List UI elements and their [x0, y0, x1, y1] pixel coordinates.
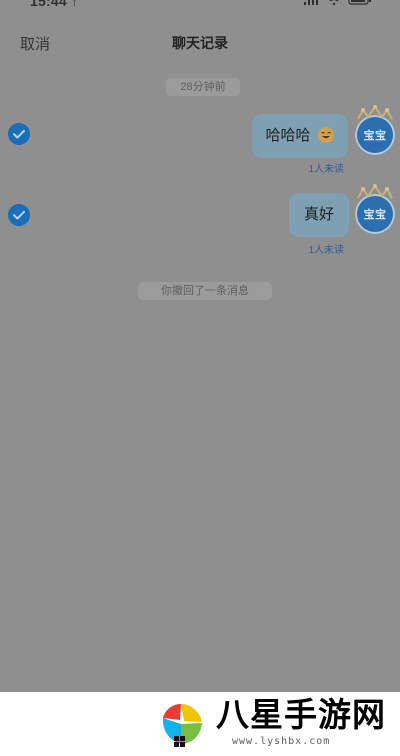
message-bubble[interactable]: 哈哈哈 — [252, 114, 348, 158]
check-circle-icon[interactable] — [8, 123, 30, 145]
chat-history-screen: 15:44 ↑ 取消 聊天记录 28分钟前 哈哈哈 宝宝 1人未读 真好 宝宝 … — [0, 0, 400, 756]
message-row[interactable]: 哈哈哈 宝宝 1人未读 — [0, 105, 400, 175]
message-row[interactable]: 真好 宝宝 1人未读 — [0, 184, 400, 258]
watermark-title: 八星手游网 — [216, 695, 386, 734]
watermark: 八星手游网 www.lyshbx.com — [150, 692, 400, 756]
watermark-url: www.lyshbx.com — [232, 736, 331, 747]
status-bar: 15:44 ↑ — [0, 0, 400, 9]
check-circle-icon[interactable] — [8, 204, 30, 226]
bottom-watermark-strip: 八星手游网 www.lyshbx.com — [0, 692, 400, 756]
battery-icon — [348, 0, 371, 5]
laughing-emoji-icon — [317, 127, 334, 143]
chat-header: 取消 聊天记录 — [0, 28, 400, 58]
crown-decoration-icon — [357, 184, 393, 199]
avatar[interactable]: 宝宝 — [355, 184, 395, 234]
time-separator: 28分钟前 — [166, 78, 240, 96]
signal-icon — [304, 0, 318, 5]
page-title: 聊天记录 — [172, 35, 228, 51]
read-status: 1人未读 — [308, 164, 344, 175]
system-notice: 你撤回了一条消息 — [138, 282, 272, 300]
bottom-left-panel — [0, 692, 150, 756]
status-icons — [304, 0, 374, 7]
message-text: 真好 — [303, 206, 334, 223]
read-status: 1人未读 — [308, 245, 344, 256]
wifi-icon — [329, 0, 339, 6]
crown-decoration-icon — [357, 105, 393, 120]
avatar[interactable]: 宝宝 — [355, 105, 395, 155]
avatar-label: 宝宝 — [363, 130, 387, 142]
message-bubble[interactable]: 真好 — [289, 193, 349, 237]
avatar-label: 宝宝 — [363, 209, 387, 221]
message-text: 哈哈哈 — [265, 127, 311, 144]
status-time: 15:44 ↑ — [30, 0, 79, 9]
colorful-logo-icon — [162, 704, 202, 747]
